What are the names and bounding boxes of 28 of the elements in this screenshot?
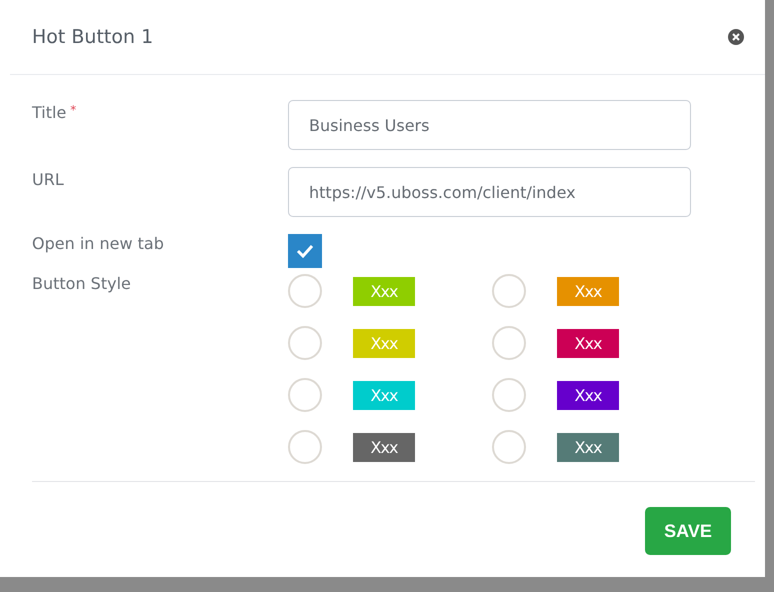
text-field[interactable]: https://v5.uboss.com/client/index	[288, 167, 691, 217]
radio-button[interactable]	[492, 430, 526, 464]
radio-button[interactable]	[288, 378, 322, 412]
radio-button[interactable]	[288, 326, 322, 360]
radio-button[interactable]	[492, 274, 526, 308]
required-mark: *	[70, 103, 76, 117]
close-icon[interactable]	[728, 29, 744, 45]
radio-button[interactable]	[288, 430, 322, 464]
text-field[interactable]: Business Users	[288, 100, 691, 150]
style-swatch: Xxx	[353, 328, 415, 358]
field-label: Button Style	[32, 274, 131, 293]
style-swatch: Xxx	[557, 432, 619, 462]
save-button[interactable]: SAVE	[645, 507, 731, 555]
radio-button[interactable]	[492, 326, 526, 360]
checkbox-label: Open in new tab	[32, 234, 164, 253]
style-swatch: Xxx	[353, 380, 415, 410]
field-label: URL	[32, 170, 64, 189]
radio-button[interactable]	[288, 274, 322, 308]
style-swatch: Xxx	[557, 328, 619, 358]
style-swatch: Xxx	[353, 276, 415, 306]
dialog-title: Hot Button 1	[32, 26, 154, 48]
style-swatch: Xxx	[557, 380, 619, 410]
radio-button[interactable]	[492, 378, 526, 412]
style-swatch: Xxx	[557, 276, 619, 306]
checkbox[interactable]	[288, 234, 322, 268]
field-label: Title	[32, 103, 66, 122]
style-swatch: Xxx	[353, 432, 415, 462]
checkmark-icon	[296, 244, 314, 258]
